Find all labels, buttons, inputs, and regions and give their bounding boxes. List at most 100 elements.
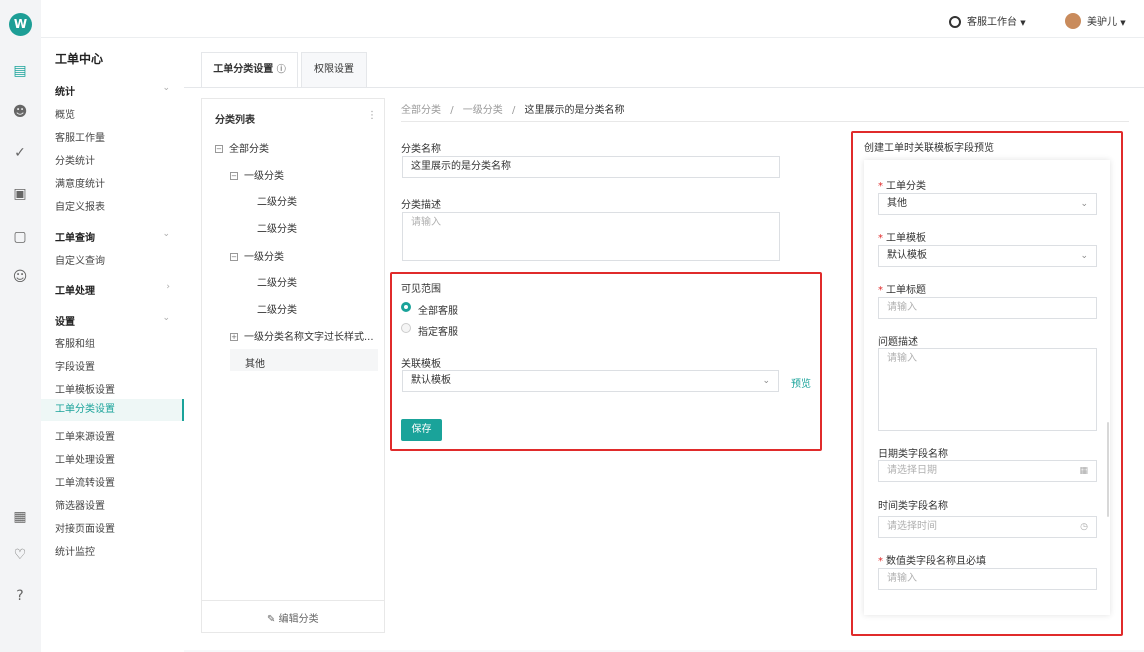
preview-field-label-text: 工单标题 — [886, 285, 926, 296]
preview-card: * 工单分类 其他 ⌄ * 工单模板 默认模板 ⌄ * 工单标题 请输入 问题描述 请输入… — [864, 160, 1110, 615]
menu-item-category-stats[interactable]: 分类统计 — [55, 152, 95, 167]
chat-icon[interactable]: ▣ — [11, 185, 29, 203]
clock-icon: ◷ — [1080, 522, 1088, 532]
preview-field-label: * 工单模板 — [878, 229, 926, 244]
preview-link[interactable]: 预览 — [791, 375, 811, 390]
tree-header: 分类列表 — [215, 115, 255, 126]
menu-group-settings[interactable]: 设置 — [55, 313, 75, 328]
preview-field-label: * 工单分类 — [878, 177, 926, 192]
chevron-down-icon: ⌄ — [162, 83, 170, 93]
menu-item-filters[interactable]: 筛选器设置 — [55, 497, 105, 512]
preview-category-select[interactable]: 其他 ⌄ — [878, 193, 1097, 215]
tree-node-level1[interactable]: + 一级分类名称文字过长样式... — [230, 328, 374, 343]
app-logo: W — [9, 13, 32, 36]
menu-item-custom-query[interactable]: 自定义查询 — [55, 252, 105, 267]
preview-field-label: 问题描述 — [878, 337, 918, 348]
tree-node-root[interactable]: − 全部分类 — [215, 140, 269, 155]
monitor-icon[interactable]: ▢ — [11, 228, 29, 246]
user-name: 美驴儿 — [1087, 17, 1117, 28]
menu-group-query[interactable]: 工单查询 — [55, 229, 95, 244]
expand-icon[interactable]: + — [230, 333, 238, 341]
bell-icon[interactable]: ♡ — [11, 546, 29, 564]
info-icon: ⓘ — [276, 65, 286, 75]
scope-all-label[interactable]: 全部客服 — [418, 302, 458, 317]
tree-node-label: 全部分类 — [229, 144, 269, 155]
menu-item-monitor[interactable]: 统计监控 — [55, 543, 95, 558]
headset-icon — [949, 16, 961, 28]
calendar-icon: ▦ — [1079, 466, 1088, 476]
team-icon[interactable]: ☺ — [11, 268, 29, 286]
check-circle-icon[interactable]: ✓ — [11, 144, 29, 162]
scope-label: 可见范围 — [401, 284, 441, 295]
breadcrumb-item[interactable]: 一级分类 — [463, 105, 503, 116]
tree-node-level2[interactable]: 二级分类 — [257, 274, 297, 289]
category-name-label: 分类名称 — [401, 144, 441, 155]
required-mark: * — [878, 181, 883, 192]
menu-item-fields[interactable]: 字段设置 — [55, 358, 95, 373]
scope-all-radio[interactable] — [401, 302, 411, 312]
help-icon[interactable]: ? — [11, 587, 29, 605]
save-button[interactable]: 保存 — [401, 419, 442, 441]
scope-specific-label[interactable]: 指定客服 — [418, 323, 458, 338]
menu-item-categories[interactable]: 工单分类设置 — [41, 399, 184, 421]
preview-title-input[interactable]: 请输入 — [878, 297, 1097, 319]
preview-field-label-text: 工单模板 — [886, 233, 926, 244]
collapse-icon[interactable]: − — [230, 253, 238, 261]
preview-field-label: * 工单标题 — [878, 281, 926, 296]
tree-node-level1[interactable]: − 一级分类 — [230, 167, 284, 182]
user-menu[interactable]: 美驴儿 ▼ — [1065, 12, 1126, 29]
preview-date-picker[interactable]: 请选择日期 ▦ — [878, 460, 1097, 482]
top-bar: 客服工作台 ▼ 美驴儿 ▼ — [41, 0, 1144, 38]
preview-description-textarea[interactable]: 请输入 — [878, 348, 1097, 431]
category-desc-textarea[interactable]: 请输入 — [402, 212, 780, 261]
breadcrumb-separator: / — [511, 105, 516, 116]
breadcrumb-separator: / — [450, 105, 454, 116]
menu-item-processing[interactable]: 工单处理设置 — [55, 451, 115, 466]
tree-node-level2[interactable]: 二级分类 — [257, 193, 297, 208]
collapse-icon[interactable]: − — [215, 145, 223, 153]
scope-specific-radio[interactable] — [401, 323, 411, 333]
menu-item-templates[interactable]: 工单模板设置 — [55, 381, 115, 396]
category-desc-label: 分类描述 — [401, 200, 441, 211]
menu-item-integration[interactable]: 对接页面设置 — [55, 520, 115, 535]
tab-category-settings[interactable]: 工单分类设置 ⓘ — [201, 52, 298, 88]
chevron-right-icon: › — [166, 282, 170, 292]
breadcrumb: 全部分类 / 一级分类 / 这里展示的是分类名称 — [401, 101, 625, 116]
menu-item-workload[interactable]: 客服工作量 — [55, 129, 105, 144]
breadcrumb-divider — [401, 121, 1129, 122]
template-select[interactable]: 默认模板 ⌄ — [402, 370, 779, 392]
category-name-input[interactable]: 这里展示的是分类名称 — [402, 156, 780, 178]
menu-item-overview[interactable]: 概览 — [55, 106, 75, 121]
breadcrumb-item[interactable]: 全部分类 — [401, 105, 441, 116]
preview-time-picker[interactable]: 请选择时间 ◷ — [878, 516, 1097, 538]
more-icon[interactable]: ⋮ — [367, 110, 377, 121]
tab-permissions[interactable]: 权限设置 — [301, 52, 367, 88]
preview-number-input[interactable]: 请输入 — [878, 568, 1097, 590]
preview-field-label: 日期类字段名称 — [878, 449, 948, 460]
workspace-switcher[interactable]: 客服工作台 ▼ — [949, 13, 1026, 28]
menu-item-agents[interactable]: 客服和组 — [55, 335, 95, 350]
tree-node-level1[interactable]: − 一级分类 — [230, 248, 284, 263]
menu-item-flow[interactable]: 工单流转设置 — [55, 474, 115, 489]
preview-template-select[interactable]: 默认模板 ⌄ — [878, 245, 1097, 267]
tree-node-other[interactable]: 其他 — [245, 355, 265, 370]
contacts-icon[interactable]: ☻ — [11, 103, 29, 121]
edit-category-button[interactable]: ✎ 编辑分类 — [267, 610, 319, 625]
collapse-icon[interactable]: − — [230, 172, 238, 180]
breadcrumb-current: 这里展示的是分类名称 — [524, 105, 625, 116]
menu-group-stats[interactable]: 统计 — [55, 83, 75, 98]
preview-select-value: 其他 — [887, 198, 907, 209]
scrollbar-thumb[interactable] — [1107, 422, 1109, 517]
ticket-icon[interactable]: ▤ — [11, 62, 29, 80]
menu-group-process[interactable]: 工单处理 — [55, 282, 95, 297]
edit-category-label: 编辑分类 — [278, 614, 319, 625]
calendar-icon[interactable]: ▦ — [11, 508, 29, 526]
menu-item-custom-report[interactable]: 自定义报表 — [55, 198, 105, 213]
tree-node-label: 一级分类 — [244, 252, 284, 263]
preview-time-placeholder: 请选择时间 — [887, 521, 937, 532]
tree-node-level2[interactable]: 二级分类 — [257, 301, 297, 316]
menu-title: 工单中心 — [55, 52, 104, 66]
menu-item-satisfaction[interactable]: 满意度统计 — [55, 175, 105, 190]
menu-item-sources[interactable]: 工单来源设置 — [55, 428, 115, 443]
tree-node-level2[interactable]: 二级分类 — [257, 220, 297, 235]
